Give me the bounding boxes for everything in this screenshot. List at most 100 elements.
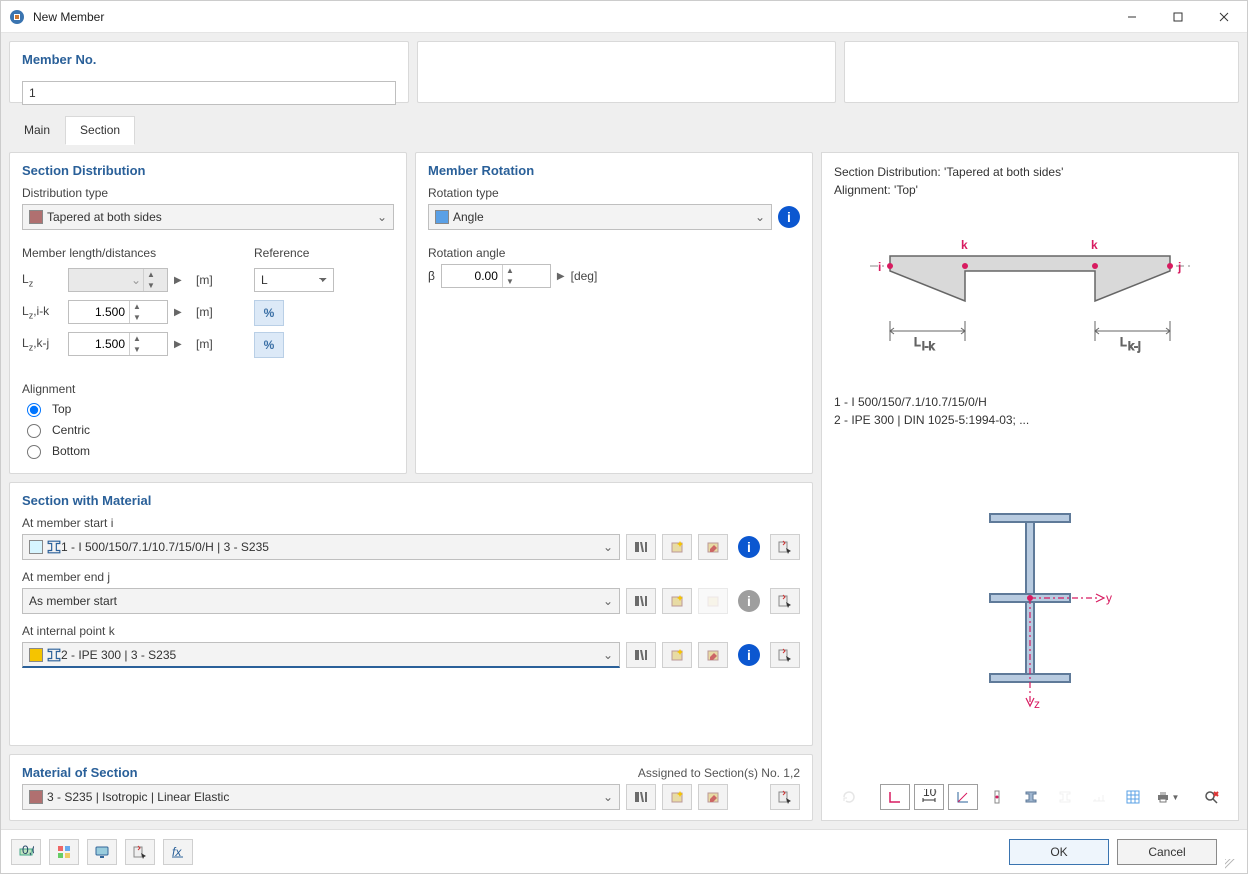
toolbar-grid-icon[interactable]	[1118, 784, 1148, 810]
tab-section[interactable]: Section	[65, 116, 135, 145]
section-distribution-panel: Section Distribution Distribution type T…	[9, 152, 407, 474]
tabs: Main Section	[9, 115, 1239, 144]
align-top-label: Top	[52, 402, 71, 416]
preview-panel: Section Distribution: 'Tapered at both s…	[821, 152, 1239, 821]
i-beam-icon	[47, 540, 61, 554]
app-icon	[9, 9, 25, 25]
info-button[interactable]: i	[734, 534, 764, 560]
align-centric-radio[interactable]: Centric	[22, 421, 394, 438]
ok-button[interactable]: OK	[1009, 839, 1109, 865]
rotation-angle-symbol: β	[428, 269, 435, 283]
footer-formula-icon[interactable]: fx	[163, 839, 193, 865]
rotation-angle-input[interactable]: ▲▼	[441, 264, 551, 288]
tapered-diagram: i k k j Li-k	[834, 211, 1226, 381]
info-button[interactable]: i	[778, 206, 800, 228]
new-button[interactable]	[662, 642, 692, 668]
triangle-right-icon[interactable]: ▶	[557, 271, 565, 282]
maximize-button[interactable]	[1155, 1, 1201, 32]
header-panel-3	[844, 41, 1239, 103]
new-button[interactable]	[662, 588, 692, 614]
toolbar-print-icon[interactable]: ▼	[1152, 784, 1182, 810]
library-button[interactable]	[626, 642, 656, 668]
spinner-up-icon[interactable]: ▲	[503, 265, 517, 276]
swm-start-value: 1 - I 500/150/7.1/10.7/15/0/H | 3 - S235	[61, 540, 269, 554]
spinner-down-icon[interactable]: ▼	[130, 344, 144, 355]
lzkj-input[interactable]: ▲▼	[68, 332, 168, 356]
spinner-up-icon[interactable]: ▲	[130, 333, 144, 344]
lz-label: Lz	[22, 272, 62, 288]
preview-section-2: 2 - IPE 300 | DIN 1025-5:1994-03; ...	[834, 411, 1226, 429]
reference-select[interactable]: L	[254, 268, 334, 292]
distribution-type-select[interactable]: Tapered at both sides ⌄	[22, 204, 394, 230]
member-no-panel: Member No.	[9, 41, 409, 103]
toolbar-reset-zoom-icon[interactable]	[1196, 784, 1226, 810]
toolbar-dimensions-icon[interactable]: 100	[914, 784, 944, 810]
swm-end-select[interactable]: As member start ⌄	[22, 588, 620, 614]
footer-colors-icon[interactable]	[49, 839, 79, 865]
pick-button[interactable]	[770, 642, 800, 668]
spinner-down-icon[interactable]: ▼	[503, 276, 517, 287]
reference-label: Reference	[254, 246, 334, 260]
swm-internal-select[interactable]: 2 - IPE 300 | 3 - S235 ⌄	[22, 642, 620, 668]
member-no-input[interactable]	[22, 81, 396, 105]
cancel-button[interactable]: Cancel	[1117, 839, 1217, 865]
chevron-down-icon: ⌄	[755, 210, 765, 224]
header-panels: Member No.	[9, 41, 1239, 103]
rotation-angle-unit: [deg]	[571, 269, 598, 283]
spinner-up-icon[interactable]: ▲	[130, 301, 144, 312]
distribution-type-value: Tapered at both sides	[47, 210, 162, 224]
toolbar-outline-icon	[1050, 784, 1080, 810]
edit-button[interactable]	[698, 784, 728, 810]
pick-button[interactable]	[770, 534, 800, 560]
align-top-radio[interactable]: Top	[22, 400, 394, 417]
library-button[interactable]	[626, 784, 656, 810]
distribution-type-label: Distribution type	[22, 186, 394, 200]
edit-button[interactable]	[698, 534, 728, 560]
triangle-right-icon[interactable]: ▶	[174, 307, 190, 318]
library-button[interactable]	[626, 534, 656, 560]
lz-row: Lz ⌄ ▲▼ ▶ [m]	[22, 268, 224, 292]
svg-text:k: k	[961, 238, 968, 252]
spinner-up-icon: ▲	[144, 269, 158, 280]
lzik-input[interactable]: ▲▼	[68, 300, 168, 324]
material-select[interactable]: 3 - S235 | Isotropic | Linear Elastic ⌄	[22, 784, 620, 810]
swm-start-select[interactable]: 1 - I 500/150/7.1/10.7/15/0/H | 3 - S235…	[22, 534, 620, 560]
minimize-button[interactable]	[1109, 1, 1155, 32]
pick-button[interactable]	[770, 784, 800, 810]
right-column: Section Distribution: 'Tapered at both s…	[821, 152, 1239, 821]
toolbar-solid-icon[interactable]	[1016, 784, 1046, 810]
info-button[interactable]: i	[734, 642, 764, 668]
new-button[interactable]	[662, 534, 692, 560]
triangle-right-icon[interactable]: ▶	[174, 339, 190, 350]
rotation-type-label: Rotation type	[428, 186, 800, 200]
footer-units-icon[interactable]: 0,00	[11, 839, 41, 865]
rotation-type-select[interactable]: Angle ⌄	[428, 204, 772, 230]
svg-text:L: L	[914, 335, 921, 349]
toolbar-principal-axes-icon[interactable]	[948, 784, 978, 810]
footer-display-icon[interactable]	[87, 839, 117, 865]
lz-unit: [m]	[196, 273, 224, 287]
align-bottom-radio[interactable]: Bottom	[22, 442, 394, 459]
toolbar-refresh-icon	[834, 784, 864, 810]
chevron-down-icon: ⌄	[603, 594, 613, 608]
edit-button[interactable]	[698, 642, 728, 668]
library-button[interactable]	[626, 588, 656, 614]
percent-toggle-lzkj[interactable]: %	[254, 332, 284, 358]
footer-pick-icon[interactable]	[125, 839, 155, 865]
close-button[interactable]	[1201, 1, 1247, 32]
toolbar-axes-icon[interactable]	[880, 784, 910, 810]
pick-button[interactable]	[770, 588, 800, 614]
percent-toggle-lzik[interactable]: %	[254, 300, 284, 326]
rotation-type-value: Angle	[453, 210, 484, 224]
material-title: Material of Section	[22, 765, 138, 780]
window-title: New Member	[33, 10, 1109, 24]
member-no-label: Member No.	[22, 52, 396, 67]
new-button[interactable]	[662, 784, 692, 810]
resize-grip[interactable]	[1225, 859, 1237, 871]
material-of-section-panel: Material of Section Assigned to Section(…	[9, 754, 813, 821]
spinner-down-icon[interactable]: ▼	[130, 312, 144, 323]
section-shape-preview: y z	[834, 429, 1226, 778]
header-panel-2	[417, 41, 836, 103]
toolbar-shear-center-icon[interactable]	[982, 784, 1012, 810]
tab-main[interactable]: Main	[9, 116, 65, 145]
